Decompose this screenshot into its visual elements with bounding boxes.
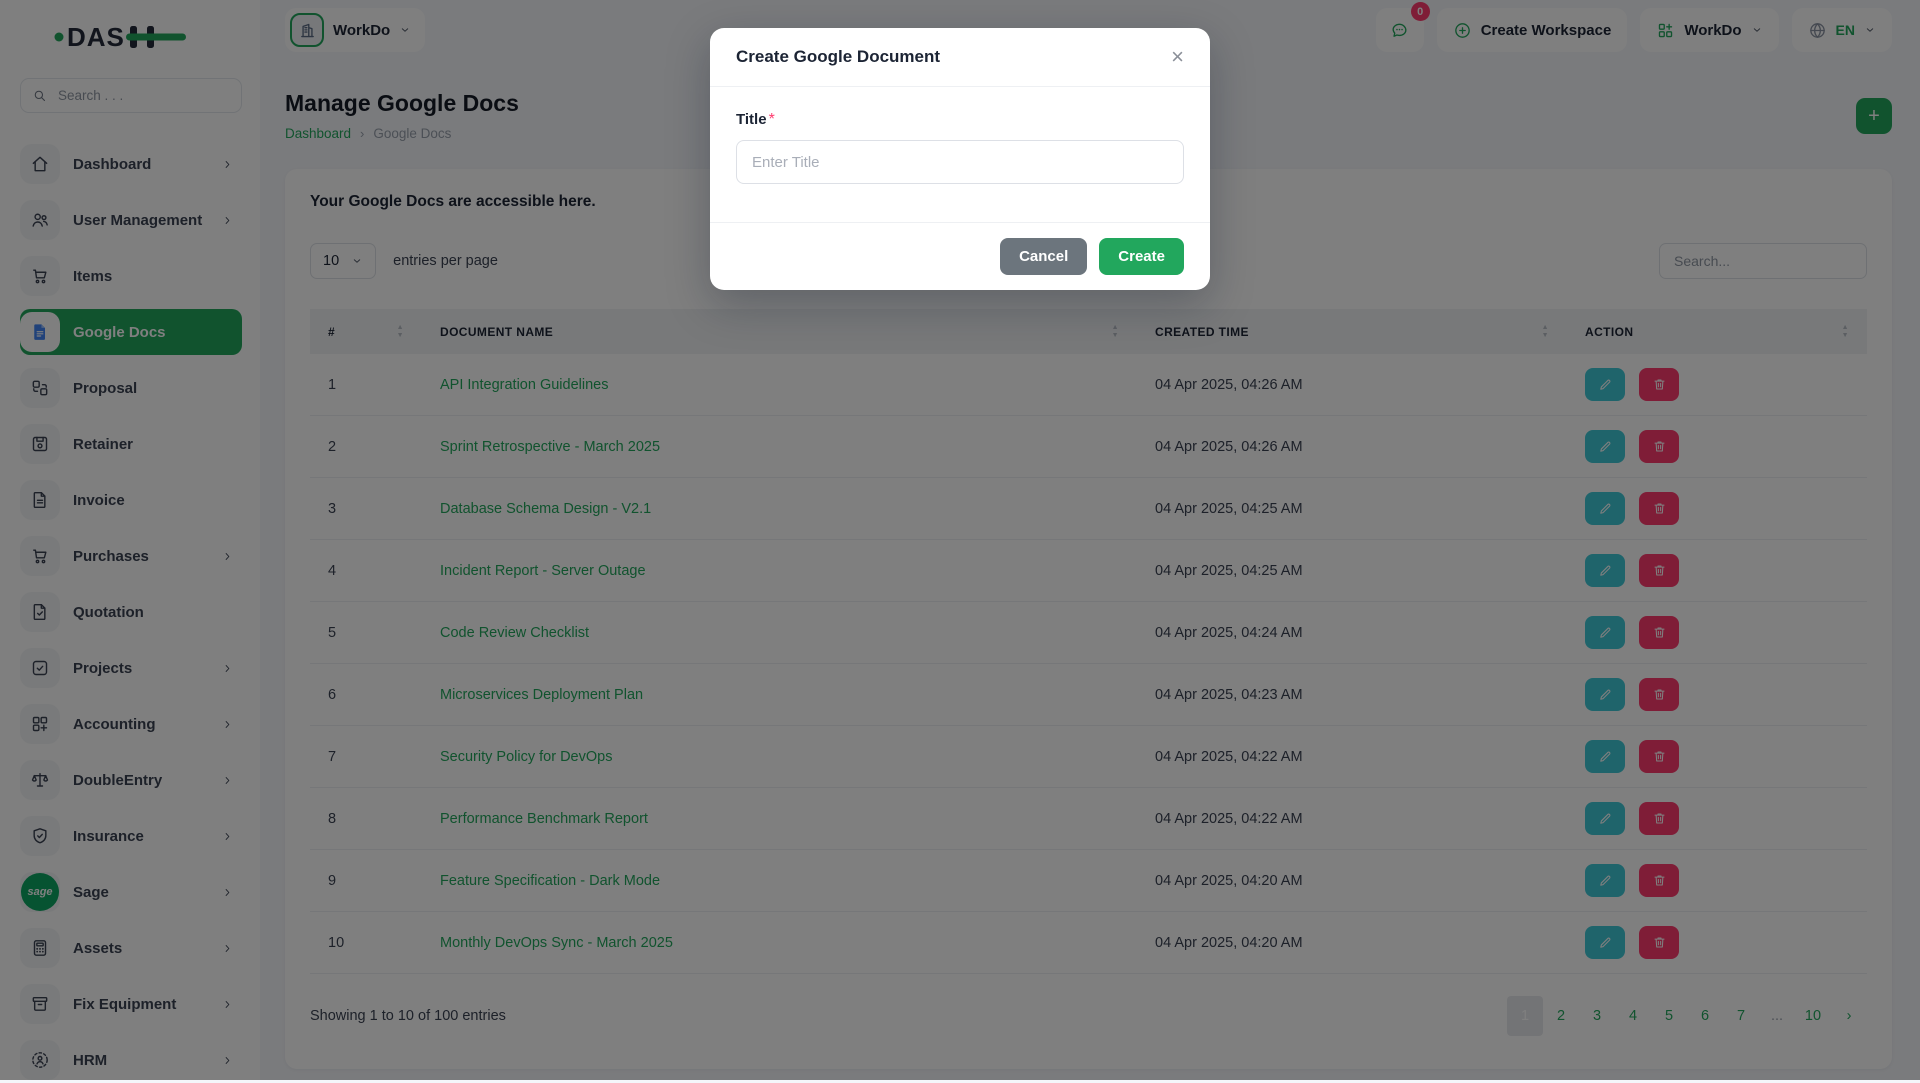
close-icon[interactable]: × [1171, 46, 1184, 68]
title-field-label: Title* [736, 111, 775, 128]
create-button[interactable]: Create [1099, 238, 1184, 275]
modal-header: Create Google Document × [710, 28, 1210, 87]
title-input[interactable] [736, 140, 1184, 184]
required-asterisk: * [769, 111, 775, 128]
app-root: DAS Dashboard User Management [0, 0, 1920, 1080]
cancel-button[interactable]: Cancel [1000, 238, 1087, 275]
modal-body: Title* [710, 87, 1210, 222]
create-document-modal: Create Google Document × Title* Cancel C… [710, 28, 1210, 290]
modal-title: Create Google Document [736, 47, 940, 67]
modal-footer: Cancel Create [710, 222, 1210, 290]
